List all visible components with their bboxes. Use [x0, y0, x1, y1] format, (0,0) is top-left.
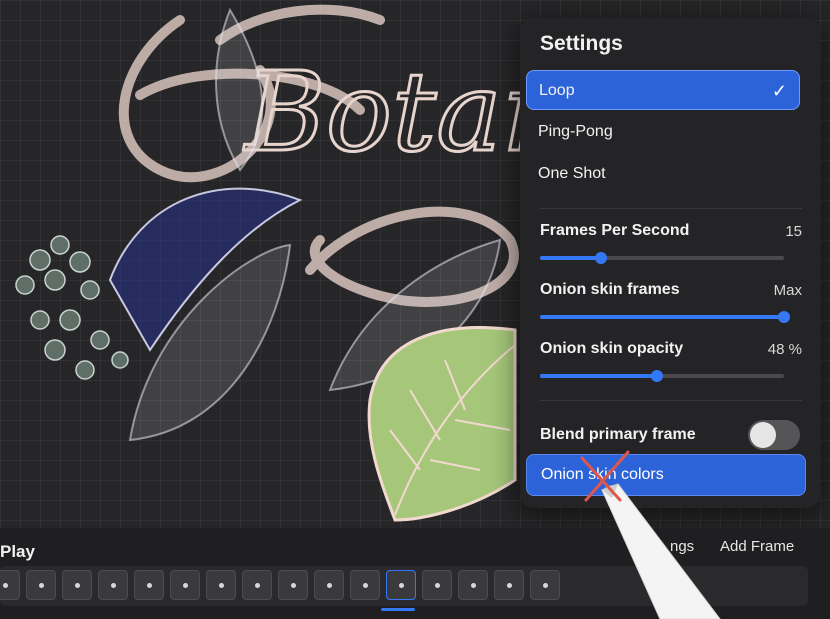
mode-loop[interactable]: Loop ✓ — [526, 70, 800, 110]
timeline-frame[interactable] — [350, 570, 380, 600]
play-button[interactable]: Play — [0, 542, 35, 562]
onion-frames-value: Max — [773, 282, 802, 299]
fps-slider[interactable] — [540, 252, 784, 264]
timeline-frame[interactable] — [170, 570, 200, 600]
settings-title: Settings — [540, 32, 623, 55]
frame-thumbnail — [3, 583, 8, 588]
divider — [540, 400, 802, 401]
onion-frames-slider[interactable] — [540, 311, 790, 323]
timeline-frame[interactable] — [278, 570, 308, 600]
frame-thumbnail — [363, 583, 368, 588]
fps-slider-fill — [540, 256, 601, 260]
mode-one-shot[interactable]: One Shot — [526, 154, 800, 194]
divider — [540, 208, 802, 209]
blend-primary-frame-toggle[interactable] — [748, 420, 800, 450]
timeline-frame[interactable] — [0, 570, 20, 600]
blend-primary-frame-label: Blend primary frame — [540, 426, 696, 443]
active-frame-indicator — [381, 608, 415, 611]
animation-settings-panel: Settings Loop ✓ Ping-Pong One Shot Frame… — [520, 18, 820, 508]
frame-strip — [0, 566, 808, 606]
timeline-frame[interactable] — [530, 570, 560, 600]
frame-thumbnail — [219, 583, 224, 588]
fps-label: Frames Per Second — [540, 222, 690, 239]
mode-loop-label: Loop — [539, 82, 575, 99]
onion-skin-colors-label: Onion skin colors — [541, 466, 664, 483]
toggle-knob — [750, 422, 776, 448]
animation-timeline: Play ngs Add Frame — [0, 528, 830, 619]
frame-thumbnail — [543, 583, 548, 588]
checkmark-icon: ✓ — [771, 81, 787, 101]
blend-primary-frame-row: Blend primary frame — [540, 420, 800, 450]
fps-slider-knob[interactable] — [595, 252, 607, 264]
frame-thumbnail — [291, 583, 296, 588]
timeline-frame[interactable] — [62, 570, 92, 600]
frame-thumbnail — [327, 583, 332, 588]
frame-thumbnail — [471, 583, 476, 588]
fps-value: 15 — [785, 223, 802, 240]
timeline-frame[interactable] — [134, 570, 164, 600]
frame-thumbnail — [399, 583, 404, 588]
frame-thumbnail — [75, 583, 80, 588]
frame-thumbnail — [255, 583, 260, 588]
onion-frames-label: Onion skin frames — [540, 281, 680, 298]
onion-opacity-slider[interactable] — [540, 370, 784, 382]
timeline-frame[interactable] — [242, 570, 272, 600]
onion-opacity-value: 48 % — [767, 341, 802, 358]
frame-thumbnail — [39, 583, 44, 588]
frame-thumbnail — [111, 583, 116, 588]
onion-opacity-label: Onion skin opacity — [540, 340, 684, 357]
timeline-frame[interactable] — [206, 570, 236, 600]
timeline-frame[interactable] — [422, 570, 452, 600]
onion-frames-slider-fill — [540, 315, 784, 319]
frame-thumbnail — [183, 583, 188, 588]
frame-thumbnail — [507, 583, 512, 588]
timeline-frame[interactable] — [26, 570, 56, 600]
timeline-frame[interactable] — [458, 570, 488, 600]
timeline-frame[interactable] — [314, 570, 344, 600]
frame-thumbnail — [435, 583, 440, 588]
mode-ping-pong-label: Ping-Pong — [538, 123, 613, 140]
onion-frames-slider-knob[interactable] — [778, 311, 790, 323]
fps-slider-row: Frames Per Second 15 — [540, 222, 802, 264]
mode-ping-pong[interactable]: Ping-Pong — [526, 112, 800, 152]
frame-thumbnail — [147, 583, 152, 588]
timeline-frame[interactable] — [386, 570, 416, 600]
onion-opacity-slider-knob[interactable] — [651, 370, 664, 382]
timeline-frame[interactable] — [494, 570, 524, 600]
mode-one-shot-label: One Shot — [538, 165, 606, 182]
onion-opacity-slider-row: Onion skin opacity 48 % — [540, 340, 802, 382]
onion-skin-colors-button[interactable]: Onion skin colors — [526, 454, 806, 496]
onion-frames-slider-row: Onion skin frames Max — [540, 281, 802, 323]
add-frame-button[interactable]: Add Frame — [720, 538, 794, 555]
onion-opacity-slider-fill — [540, 374, 658, 378]
timeline-frame[interactable] — [98, 570, 128, 600]
timeline-settings-button[interactable]: ngs — [670, 538, 694, 555]
